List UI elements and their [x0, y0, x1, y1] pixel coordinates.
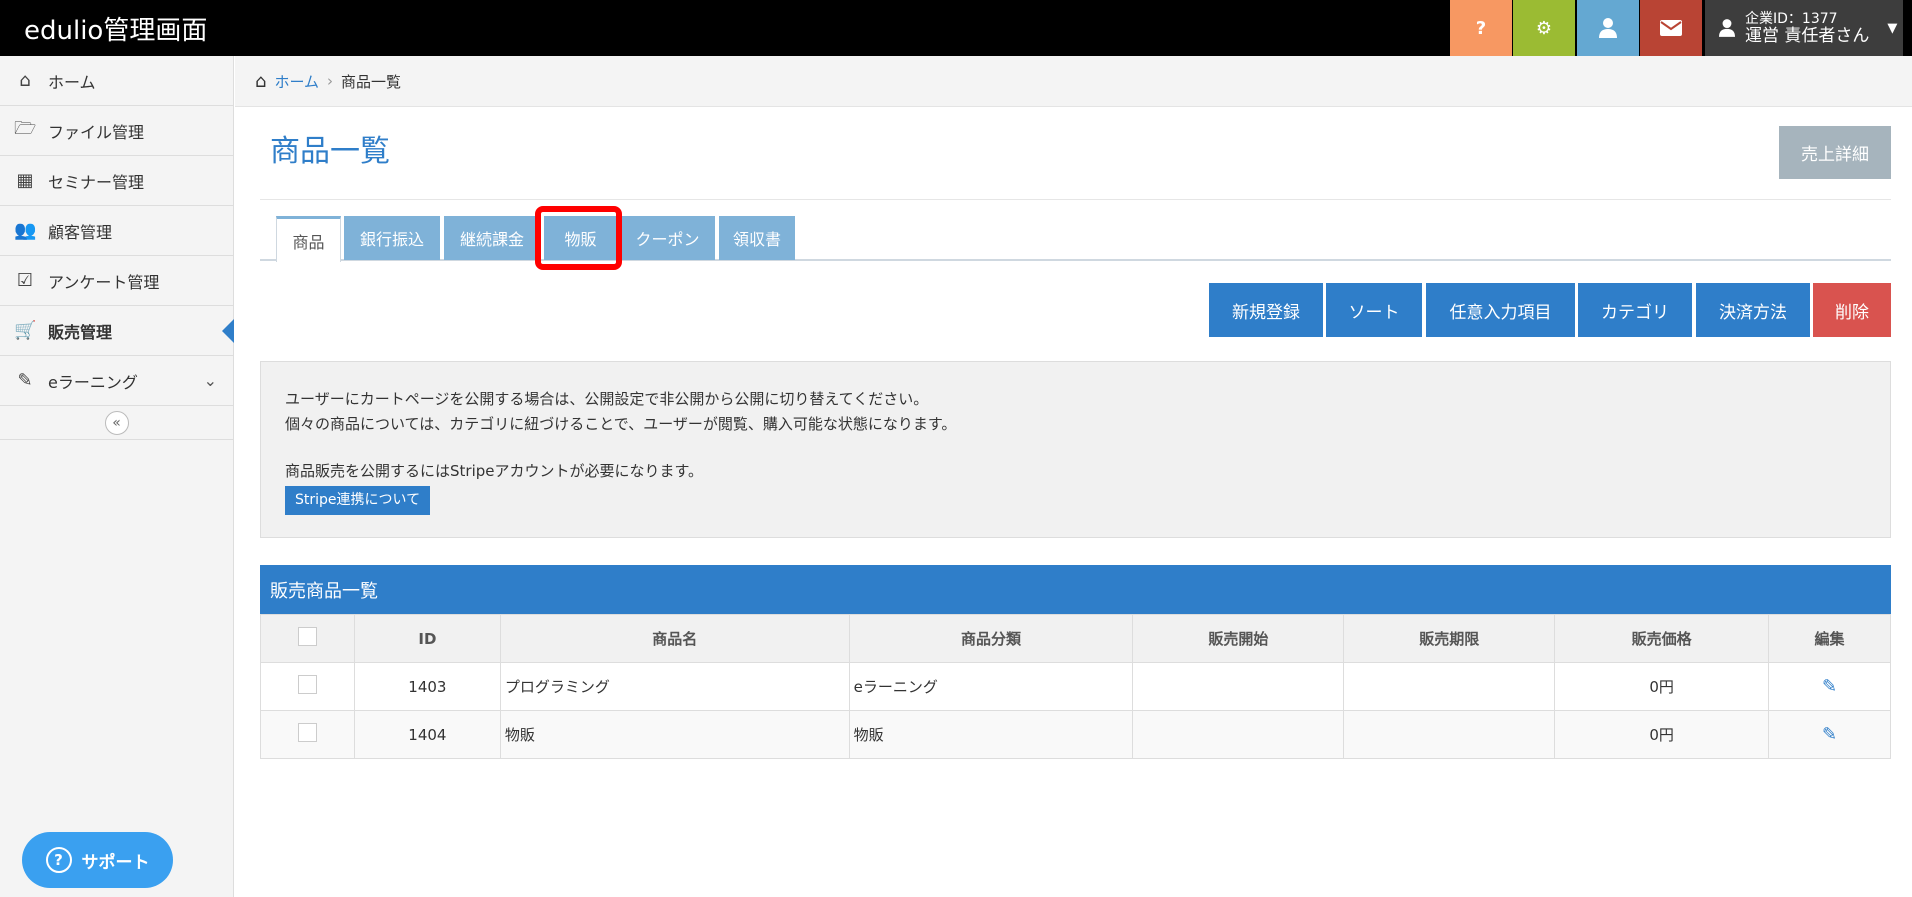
- users-icon: 👥: [14, 220, 37, 241]
- user-icon: [1719, 19, 1735, 37]
- column-header: 販売価格: [1554, 614, 1770, 663]
- breadcrumb-current: 商品一覧: [341, 72, 402, 91]
- sidebar-item-sales[interactable]: 🛒 販売管理: [0, 306, 234, 356]
- cell-type: eラーニング: [848, 662, 1134, 711]
- question-circle-icon: ?: [45, 847, 72, 873]
- divider: [260, 199, 1891, 200]
- calendar-icon: ▦: [16, 170, 34, 191]
- cell-type: 物販: [848, 710, 1134, 759]
- stripe-info-button[interactable]: Stripe連携について: [285, 486, 431, 515]
- breadcrumb-separator: ›: [327, 72, 333, 90]
- profile-button[interactable]: [1577, 0, 1639, 56]
- sales-detail-button[interactable]: 売上詳細: [1779, 126, 1891, 179]
- sidebar-item-customers[interactable]: 👥 顧客管理: [0, 206, 233, 256]
- cell-price: 0円: [1554, 662, 1770, 711]
- breadcrumb-home-link[interactable]: ホーム: [274, 71, 319, 92]
- breadcrumb: ⌂ ホーム › 商品一覧: [235, 56, 1912, 107]
- category-button[interactable]: カテゴリ: [1578, 283, 1692, 337]
- row-checkbox[interactable]: [297, 723, 317, 742]
- support-button[interactable]: ? サポート: [22, 832, 173, 888]
- cell-name: 物販: [499, 710, 850, 759]
- tab-bar: 商品 銀行振込 継続課金 物販 クーポン 領収書: [260, 216, 1891, 262]
- info-text: 個々の商品については、カテゴリに紐づけることで、ユーザーが閲覧、購入可能な状態に…: [285, 415, 957, 433]
- cell-id: 1404: [353, 710, 501, 759]
- column-header: 商品分類: [848, 614, 1134, 663]
- chevron-down-icon: ⌄: [203, 371, 217, 390]
- sidebar-item-label: セミナー管理: [48, 172, 145, 192]
- delete-button[interactable]: 削除: [1813, 283, 1891, 337]
- sidebar-collapse: «: [0, 406, 233, 440]
- tab-subscription[interactable]: 継続課金: [444, 216, 540, 260]
- cell-start: [1132, 710, 1345, 759]
- tab-products[interactable]: 商品: [276, 216, 341, 262]
- row-checkbox[interactable]: [297, 675, 317, 694]
- sort-button[interactable]: ソート: [1326, 283, 1422, 337]
- info-text: 商品販売を公開するにはStripeアカウントが必要になります。: [285, 462, 703, 480]
- mail-button[interactable]: [1640, 0, 1702, 56]
- custom-fields-button[interactable]: 任意入力項目: [1426, 283, 1575, 337]
- home-icon: ⌂: [255, 70, 267, 92]
- column-header: 販売期限: [1343, 614, 1556, 663]
- info-box: ユーザーにカートページを公開する場合は、公開設定で非公開から公開に切り替えてくだ…: [260, 361, 1891, 538]
- sidebar-item-label: ファイル管理: [48, 122, 145, 142]
- sidebar-item-surveys[interactable]: ☑ アンケート管理: [0, 256, 233, 306]
- checkbox-icon: ☑: [16, 270, 34, 291]
- support-label: サポート: [81, 852, 150, 873]
- column-header: 編集: [1768, 614, 1891, 663]
- gear-icon: ⚙: [1535, 17, 1553, 39]
- sidebar-item-elearning[interactable]: ✎ eラーニング ⌄: [0, 356, 233, 406]
- select-all-checkbox[interactable]: [297, 627, 317, 646]
- sidebar-item-label: 販売管理: [48, 322, 113, 342]
- table-row: 1403 プログラミング eラーニング 0円 ✎: [260, 662, 1891, 711]
- cell-name: プログラミング: [499, 662, 850, 711]
- cell-end: [1343, 710, 1556, 759]
- new-button[interactable]: 新規登録: [1209, 283, 1323, 337]
- brand-title: edulio管理画面: [24, 16, 208, 46]
- user-name: 運営 責任者さん: [1745, 26, 1870, 46]
- user-menu[interactable]: 企業ID：1377 運営 責任者さん ▼: [1705, 0, 1903, 56]
- pencil-icon: ✎: [17, 370, 33, 391]
- sidebar-item-label: 顧客管理: [48, 222, 113, 242]
- page-title: 商品一覧: [270, 134, 390, 169]
- home-icon: ⌂: [19, 70, 31, 91]
- tab-bank-transfer[interactable]: 銀行振込: [344, 216, 440, 260]
- tab-receipts[interactable]: 領収書: [719, 216, 795, 260]
- column-header: 商品名: [499, 614, 850, 663]
- question-icon: ?: [1475, 17, 1487, 39]
- top-bar: edulio管理画面 ? ⚙ 企業ID：1377 運営 責任者さん ▼: [0, 0, 1912, 56]
- sidebar-item-label: ホーム: [48, 72, 96, 92]
- cell-start: [1132, 662, 1345, 711]
- highlight-box: [535, 206, 622, 270]
- cell-end: [1343, 662, 1556, 711]
- sidebar: ⌂ ホーム 🗁 ファイル管理 ▦ セミナー管理 👥 顧客管理 ☑ アンケート管理 🛒 販売管…: [0, 56, 234, 897]
- payment-method-button[interactable]: 決済方法: [1696, 283, 1810, 337]
- envelope-icon: [1660, 20, 1682, 36]
- cell-id: 1403: [353, 662, 501, 711]
- sidebar-item-seminars[interactable]: ▦ セミナー管理: [0, 156, 233, 206]
- products-table: ID 商品名 商品分類 販売開始 販売期限 販売価格 編集 1403 プログラミ…: [260, 614, 1891, 759]
- column-header: ID: [353, 614, 501, 663]
- cart-icon: 🛒: [14, 320, 37, 341]
- sidebar-item-files[interactable]: 🗁 ファイル管理: [0, 106, 233, 156]
- edit-icon[interactable]: ✎: [1822, 676, 1837, 697]
- edit-icon[interactable]: ✎: [1822, 724, 1837, 745]
- table-header-row: ID 商品名 商品分類 販売開始 販売期限 販売価格 編集: [260, 614, 1891, 663]
- column-header: 販売開始: [1132, 614, 1345, 663]
- sidebar-item-label: eラーニング: [48, 372, 138, 392]
- tab-coupons[interactable]: クーポン: [620, 216, 715, 260]
- sidebar-item-label: アンケート管理: [48, 272, 160, 292]
- info-text: ユーザーにカートページを公開する場合は、公開設定で非公開から公開に切り替えてくだ…: [285, 390, 929, 408]
- cell-price: 0円: [1554, 710, 1770, 759]
- settings-button[interactable]: ⚙: [1513, 0, 1575, 56]
- sidebar-item-home[interactable]: ⌂ ホーム: [0, 56, 233, 106]
- folder-icon: 🗁: [14, 117, 37, 139]
- collapse-sidebar-button[interactable]: «: [104, 410, 129, 435]
- user-icon: [1599, 18, 1617, 38]
- caret-down-icon: ▼: [1887, 20, 1898, 36]
- table-row: 1404 物販 物販 0円 ✎: [260, 710, 1891, 759]
- help-button[interactable]: ?: [1450, 0, 1512, 56]
- table-title: 販売商品一覧: [260, 565, 1891, 614]
